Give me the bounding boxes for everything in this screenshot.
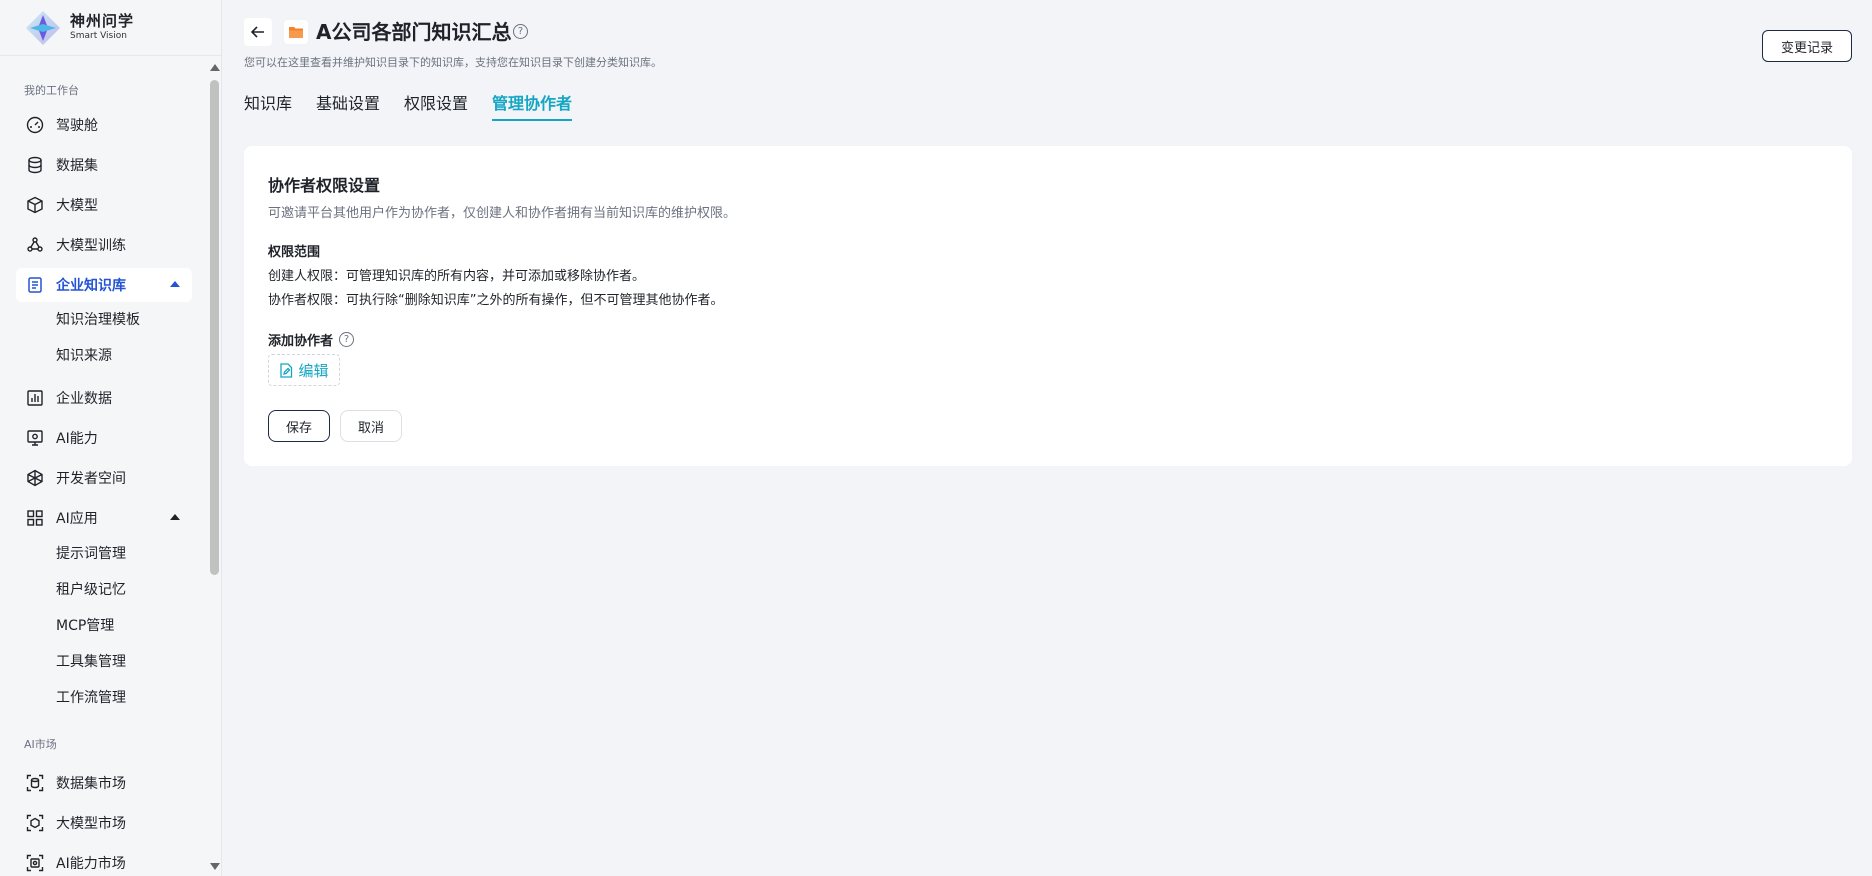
back-button[interactable] (244, 18, 272, 46)
database-icon (26, 156, 44, 174)
knowledge-icon (26, 276, 44, 294)
sidebar-subitem-source[interactable]: 知识来源 (56, 344, 112, 368)
page-subtitle: 您可以在这里查看并维护知识目录下的知识库，支持您在知识目录下创建分类知识库。 (244, 56, 662, 69)
sidebar-item-training[interactable]: 大模型训练 (16, 228, 192, 262)
sidebar-item-model-market[interactable]: 大模型市场 (16, 806, 192, 840)
sidebar-item-dataset[interactable]: 数据集 (16, 148, 192, 182)
help-icon[interactable]: ? (339, 332, 355, 347)
dataset-market-icon (26, 774, 44, 792)
sidebar-item-label: AI应用 (56, 511, 98, 527)
card-description: 可邀请平台其他用户作为协作者，仅创建人和协作者拥有当前知识库的维护权限。 (268, 206, 737, 221)
sidebar-item-label: 企业数据 (56, 391, 112, 407)
sidebar-item-developer[interactable]: 开发者空间 (16, 461, 192, 495)
brand-logo[interactable]: 神州问学 Smart Vision (0, 0, 221, 56)
sidebar-subitem-mcp[interactable]: MCP管理 (56, 614, 114, 638)
brand-name-en: Smart Vision (70, 31, 127, 41)
section-title-workspace: 我的工作台 (24, 84, 79, 97)
sidebar-subitem-workflow[interactable]: 工作流管理 (56, 686, 126, 710)
active-tab-indicator (492, 119, 573, 121)
scroll-down-arrow-icon[interactable] (210, 863, 220, 870)
add-collaborator-label: 添加协作者 ? (268, 330, 355, 349)
sidebar-item-label: 大模型 (56, 198, 98, 214)
bar-chart-icon (26, 389, 44, 407)
page-title: A公司各部门知识汇总 (316, 20, 512, 44)
sidebar-subitem-memory[interactable]: 租户级记忆 (56, 578, 126, 602)
collaborator-settings-card: 协作者权限设置 可邀请平台其他用户作为协作者，仅创建人和协作者拥有当前知识库的维… (244, 146, 1852, 466)
edit-document-icon (280, 362, 293, 378)
sidebar-subitem-template[interactable]: 知识治理模板 (56, 308, 140, 332)
help-icon[interactable]: ? (513, 24, 528, 39)
sidebar-scrollbar[interactable] (207, 60, 221, 870)
sidebar-item-cockpit[interactable]: 驾驶舱 (16, 108, 192, 142)
sidebar-item-label: 驾驶舱 (56, 118, 98, 134)
sidebar-nav: 我的工作台 驾驶舱 数据集 大模型 大模型训练 企业知识库 知识治理模板 知识来… (0, 56, 206, 876)
chevron-up-icon (170, 514, 180, 520)
sidebar-item-label: 企业知识库 (56, 278, 126, 294)
sidebar-item-label: 开发者空间 (56, 471, 126, 487)
section-title-market: AI市场 (24, 738, 57, 751)
sidebar-subitem-toolset[interactable]: 工具集管理 (56, 650, 126, 674)
collaborator-permission-text: 协作者权限：可执行除“删除知识库”之外的所有操作，但不可管理其他协作者。 (268, 293, 724, 308)
cancel-button[interactable]: 取消 (340, 410, 402, 442)
sidebar: 神州问学 Smart Vision 我的工作台 驾驶舱 数据集 大模型 大模型训… (0, 0, 222, 876)
sidebar-item-ai-ability[interactable]: AI能力 (16, 421, 192, 455)
tab-label: 管理协作者 (492, 94, 573, 113)
sidebar-item-model[interactable]: 大模型 (16, 188, 192, 222)
logo-icon (24, 9, 62, 47)
sidebar-item-ai-market[interactable]: AI能力市场 (16, 846, 192, 876)
change-log-button[interactable]: 变更记录 (1762, 30, 1852, 62)
ai-ability-icon (26, 429, 44, 447)
sidebar-item-label: 数据集市场 (56, 776, 126, 792)
scope-title: 权限范围 (268, 245, 321, 260)
grid-icon (26, 509, 44, 527)
gauge-icon (26, 116, 44, 134)
arrow-left-icon (250, 26, 264, 38)
sidebar-item-label: AI能力市场 (56, 856, 126, 872)
sidebar-item-label: AI能力 (56, 431, 98, 447)
edit-collaborators-button[interactable]: 编辑 (268, 354, 340, 386)
folder-icon (284, 20, 308, 44)
save-button[interactable]: 保存 (268, 410, 330, 442)
ai-market-icon (26, 854, 44, 872)
edit-label: 编辑 (298, 361, 329, 380)
scrollbar-thumb[interactable] (210, 80, 219, 575)
sidebar-item-knowledge[interactable]: 企业知识库 (16, 268, 192, 302)
tab-knowledge-base[interactable]: 知识库 (244, 92, 292, 116)
cube-icon (26, 196, 44, 214)
sidebar-item-dataset-market[interactable]: 数据集市场 (16, 766, 192, 800)
card-title: 协作者权限设置 (268, 176, 381, 195)
sidebar-item-enterprise-data[interactable]: 企业数据 (16, 381, 192, 415)
sidebar-item-label: 大模型训练 (56, 238, 126, 254)
training-icon (26, 236, 44, 254)
tab-basic-settings[interactable]: 基础设置 (316, 92, 380, 116)
sidebar-item-label: 大模型市场 (56, 816, 126, 832)
creator-permission-text: 创建人权限：可管理知识库的所有内容，并可添加或移除协作者。 (268, 269, 646, 284)
model-market-icon (26, 814, 44, 832)
tab-manage-collaborators[interactable]: 管理协作者 (492, 92, 573, 121)
sidebar-item-ai-app[interactable]: AI应用 (16, 501, 192, 535)
chevron-up-icon (170, 281, 180, 287)
sidebar-subitem-prompt[interactable]: 提示词管理 (56, 542, 126, 566)
tab-permission-settings[interactable]: 权限设置 (404, 92, 468, 116)
add-collaborator-text: 添加协作者 (268, 334, 334, 349)
scroll-up-arrow-icon[interactable] (210, 64, 220, 71)
sidebar-item-label: 数据集 (56, 158, 98, 174)
developer-icon (26, 469, 44, 487)
main-content: A公司各部门知识汇总 ? 您可以在这里查看并维护知识目录下的知识库，支持您在知识… (222, 0, 1872, 876)
brand-name: 神州问学 (70, 12, 135, 30)
